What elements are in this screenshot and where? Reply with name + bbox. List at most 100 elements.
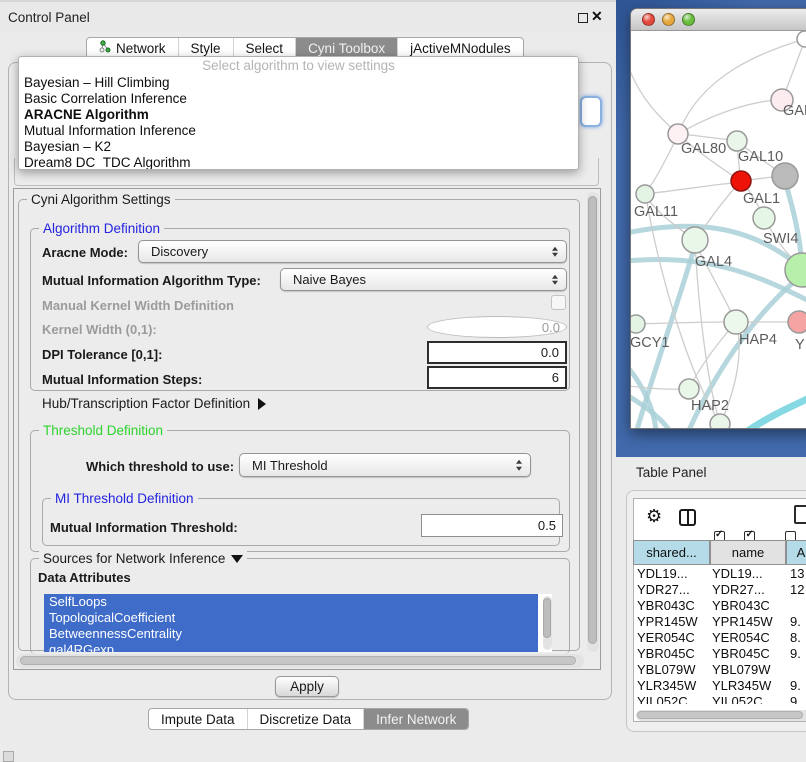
network-edge[interactable] <box>645 136 678 194</box>
network-node-gal1[interactable] <box>731 171 751 191</box>
window-grip-icon[interactable] <box>3 751 14 762</box>
tab-label: Discretize Data <box>260 712 352 727</box>
attribute-item-betweennesscentrality[interactable]: BetweennessCentrality <box>44 626 538 642</box>
new-table-icon[interactable] <box>794 505 806 524</box>
minimize-traffic-light-icon[interactable] <box>662 13 675 26</box>
network-window-titlebar[interactable] <box>631 9 806 31</box>
manual-kernel-checkbox[interactable] <box>551 295 566 310</box>
column-layout-icon[interactable] <box>679 509 696 526</box>
manual-kernel-label: Manual Kernel Width Definition <box>42 298 234 313</box>
network-node-hap4[interactable] <box>724 310 748 334</box>
table-row[interactable]: YER054CYER054C8. <box>633 630 806 646</box>
gear-icon[interactable]: ⚙ <box>646 506 662 527</box>
column-header-name[interactable]: name <box>710 540 786 565</box>
aracne-mode-select[interactable]: Discovery <box>138 240 567 263</box>
mi-type-label: Mutual Information Algorithm Type: <box>42 273 261 288</box>
network-node-y[interactable] <box>788 311 806 333</box>
algorithm-option-aracne-algorithm[interactable]: ARACNE Algorithm <box>19 107 578 123</box>
network-node[interactable] <box>797 31 806 47</box>
network-edge[interactable] <box>636 322 725 324</box>
mi-type-select[interactable]: Naive Bayes <box>280 268 567 291</box>
mi-threshold-field[interactable]: 0.5 <box>421 514 563 537</box>
zoom-traffic-light-icon[interactable] <box>682 13 695 26</box>
attributes-list-scrollbar[interactable] <box>543 596 552 650</box>
attribute-item-gal4rgexp[interactable]: gal4RGexp <box>44 642 538 652</box>
network-node[interactable] <box>772 163 798 189</box>
attribute-item-topologicalcoefficient[interactable]: TopologicalCoefficient <box>44 610 538 626</box>
algorithm-option-dream8-dc-tdc-algorithm[interactable]: Dream8 DC_TDC Algorithm <box>19 155 578 170</box>
network-canvas[interactable]: GALGAL80GAL10GAL1GAL11SWI4GAL4GCY1HAP4YH… <box>631 31 806 429</box>
mi-steps-field[interactable]: 6 <box>427 366 567 389</box>
tab-label: Style <box>191 41 221 56</box>
dpi-tolerance-field[interactable]: 0.0 <box>427 341 567 364</box>
table-row[interactable]: YBR043CYBR043C <box>633 598 806 614</box>
settings-horizontal-scrollbar[interactable] <box>16 654 584 668</box>
algorithm-option-bayesian-k2[interactable]: Bayesian – K2 <box>19 139 578 155</box>
table-cell: 9. <box>790 694 806 704</box>
table-row[interactable]: YIL052CYIL052C9. <box>633 694 806 704</box>
network-edge[interactable] <box>746 396 806 429</box>
table-row[interactable]: YDL19...YDL19...13 <box>633 566 806 582</box>
network-node-gcy1[interactable] <box>631 315 645 333</box>
network-node-gal4[interactable] <box>682 227 708 253</box>
table-cell: YBR043C <box>637 598 709 614</box>
table-row[interactable]: YLR345WYLR345W9. <box>633 678 806 694</box>
table-row[interactable]: YPR145WYPR145W9. <box>633 614 806 630</box>
occluded-combobox-fragment <box>580 96 602 127</box>
network-node-gal10[interactable] <box>727 131 747 151</box>
mi-type-value: Naive Bayes <box>293 272 366 287</box>
tab-style[interactable]: Style <box>179 38 234 58</box>
algorithm-option-basic-correlation-inference[interactable]: Basic Correlation Inference <box>19 91 578 107</box>
algorithm-dropdown-placeholder: Select algorithm to view settings <box>19 57 578 75</box>
data-attributes-list[interactable]: SelfLoopsTopologicalCoefficientBetweenne… <box>44 594 552 652</box>
settings-vertical-scrollbar[interactable] <box>587 192 599 652</box>
table-cell: YDR27... <box>712 582 784 598</box>
table-row[interactable]: YBL079WYBL079W <box>633 662 806 678</box>
node-label: SWI4 <box>763 231 798 247</box>
mi-threshold-label: Mutual Information Threshold: <box>50 520 238 535</box>
data-attributes-label: Data Attributes <box>38 570 131 585</box>
network-edge[interactable] <box>631 60 678 134</box>
network-window[interactable]: GALGAL80GAL10GAL1GAL11SWI4GAL4GCY1HAP4YH… <box>630 8 806 429</box>
tab-label: jActiveMNodules <box>410 41 511 56</box>
node-label: Y <box>795 337 805 353</box>
network-node-gal11[interactable] <box>636 185 654 203</box>
network-edge[interactable] <box>678 39 805 134</box>
table-cell <box>790 598 806 614</box>
collapse-down-icon[interactable] <box>231 555 243 563</box>
which-threshold-value: MI Threshold <box>252 458 328 473</box>
network-node[interactable] <box>710 414 730 429</box>
table-cell: YBL079W <box>712 662 784 678</box>
hub-definition-expander[interactable]: Hub/Transcription Factor Definition <box>42 396 266 411</box>
network-node-swi4[interactable] <box>753 207 775 229</box>
close-icon[interactable]: ✕ <box>591 8 603 25</box>
algorithm-option-bayesian-hill-climbing[interactable]: Bayesian – Hill Climbing <box>19 75 578 91</box>
float-window-icon[interactable] <box>578 13 588 23</box>
column-header-a[interactable]: A <box>786 540 806 565</box>
tab-jactivemnodules[interactable]: jActiveMNodules <box>398 38 523 58</box>
kernel-width-field[interactable]: 0.0 <box>427 316 567 338</box>
close-traffic-light-icon[interactable] <box>642 13 655 26</box>
network-icon <box>99 40 111 56</box>
table-horizontal-scrollbar[interactable] <box>636 710 806 721</box>
expand-right-icon[interactable] <box>258 398 266 410</box>
apply-button[interactable]: Apply <box>275 676 339 697</box>
table-row[interactable]: YDR27...YDR27...12 <box>633 582 806 598</box>
sources-group-title[interactable]: Sources for Network Inference <box>39 551 247 566</box>
bottom-tab-impute-data[interactable]: Impute Data <box>149 709 248 729</box>
bottom-tab-infer-network[interactable]: Infer Network <box>364 709 468 729</box>
network-edge[interactable] <box>645 182 741 194</box>
table-row[interactable]: YBR045CYBR045C9. <box>633 646 806 662</box>
which-threshold-select[interactable]: MI Threshold <box>239 453 531 477</box>
tab-cyni-toolbox[interactable]: Cyni Toolbox <box>296 38 398 58</box>
network-edge[interactable] <box>631 355 656 429</box>
bottom-tab-discretize-data[interactable]: Discretize Data <box>248 709 365 729</box>
attribute-item-selfloops[interactable]: SelfLoops <box>44 594 538 610</box>
tab-network[interactable]: Network <box>87 38 179 58</box>
tab-label: Cyni Toolbox <box>308 41 385 56</box>
algorithm-option-mutual-information-inference[interactable]: Mutual Information Inference <box>19 123 578 139</box>
node-label: HAP4 <box>739 332 777 348</box>
network-node-hap2[interactable] <box>679 379 699 399</box>
column-header-shared[interactable]: shared... <box>633 540 710 565</box>
tab-select[interactable]: Select <box>234 38 297 58</box>
